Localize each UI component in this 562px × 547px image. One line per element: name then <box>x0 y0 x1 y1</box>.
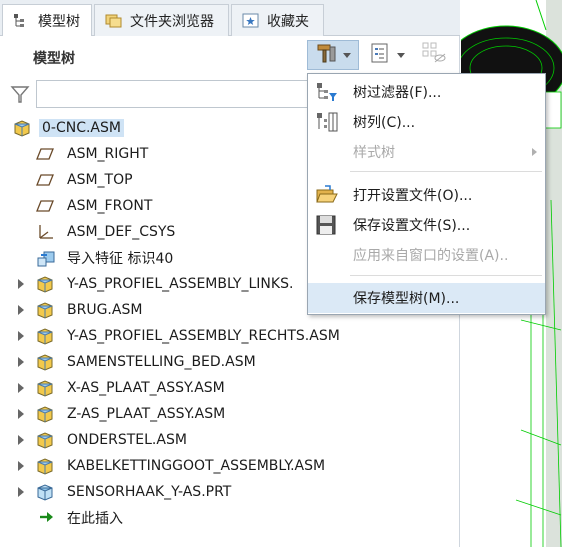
expand-arrow-icon[interactable] <box>18 383 24 393</box>
menu-item-save-model-tree[interactable]: 保存模型树(M)... <box>308 283 545 313</box>
tab-label: 文件夹浏览器 <box>130 13 214 30</box>
tree-row-label: 0-CNC.ASM <box>39 119 124 137</box>
menu-separator <box>350 275 542 276</box>
tree-row[interactable]: ONDERSTEL.ASM <box>0 427 460 453</box>
hammer-icon <box>315 42 337 68</box>
menu-item-tree-filter[interactable]: 树过滤器(F)... <box>308 77 545 107</box>
funnel-icon[interactable] <box>10 84 30 108</box>
expand-arrow-icon[interactable] <box>18 279 24 289</box>
menu-item-label: 样式树 <box>353 145 395 161</box>
save-disk-icon <box>315 214 339 236</box>
chevron-down-icon <box>343 52 351 58</box>
tree-row-label: Y-AS_PROFIEL_ASSEMBLY_LINKS. <box>67 276 294 292</box>
tree-hide-icon <box>421 41 447 69</box>
menu-item-label: 打开设置文件(O)... <box>353 188 473 204</box>
tree-row-insert-here[interactable]: 在此插入 <box>0 505 460 531</box>
tree-row-label: SAMENSTELLING_BED.ASM <box>67 354 256 370</box>
menu-item-label: 保存模型树(M)... <box>353 291 460 307</box>
tree-row-label: ASM_RIGHT <box>67 146 149 162</box>
tree-row[interactable]: SAMENSTELLING_BED.ASM <box>0 349 460 375</box>
model-tree-icon <box>13 13 31 29</box>
assembly-icon <box>36 405 54 423</box>
expand-arrow-icon[interactable] <box>18 331 24 341</box>
tree-row-label: ASM_DEF_CSYS <box>67 224 176 240</box>
tree-row[interactable]: X-AS_PLAAT_ASSY.ASM <box>0 375 460 401</box>
assembly-icon <box>36 353 54 371</box>
expand-arrow-icon[interactable] <box>18 435 24 445</box>
tree-row[interactable]: KABELKETTINGGOOT_ASSEMBLY.ASM <box>0 453 460 479</box>
tab-favorites[interactable]: 收藏夹 <box>231 4 324 36</box>
menu-item-open-settings[interactable]: 打开设置文件(O)... <box>308 180 545 210</box>
tree-row-label: BRUG.ASM <box>67 302 143 318</box>
expand-arrow-icon[interactable] <box>18 409 24 419</box>
chevron-right-icon <box>532 148 537 156</box>
assembly-icon <box>36 379 54 397</box>
menu-item-label: 树过滤器(F)... <box>353 85 442 101</box>
tree-row-label: ASM_TOP <box>67 172 133 188</box>
tree-row-label: ONDERSTEL.ASM <box>67 432 187 448</box>
tree-row-label: KABELKETTINGGOOT_ASSEMBLY.ASM <box>67 458 326 474</box>
tab-bar: 模型树 文件夹浏览器 收藏夹 <box>0 0 460 37</box>
assembly-icon <box>36 275 54 293</box>
favorites-icon <box>242 13 260 29</box>
menu-separator <box>350 171 542 172</box>
part-icon <box>36 483 54 501</box>
menu-item-apply-window-settings[interactable]: 应用来自窗口的设置(A).. <box>308 240 545 270</box>
tree-row[interactable]: Y-AS_PROFIEL_ASSEMBLY_RECHTS.ASM <box>0 323 460 349</box>
tree-row-label: 导入特征 标识40 <box>67 251 174 267</box>
tree-row-label: ASM_FRONT <box>67 198 153 214</box>
tab-model-tree[interactable]: 模型树 <box>2 4 92 37</box>
hide-items-button[interactable] <box>416 40 452 70</box>
tree-row-label: 在此插入 <box>67 511 123 527</box>
tree-row[interactable]: Z-AS_PLAAT_ASSY.ASM <box>0 401 460 427</box>
chevron-down-icon <box>397 52 405 58</box>
insert-here-arrow-icon <box>38 509 56 527</box>
menu-item-label: 应用来自窗口的设置(A).. <box>353 248 509 264</box>
menu-item-tree-columns[interactable]: 树列(C)... <box>308 107 545 137</box>
assembly-icon <box>36 457 54 475</box>
folder-browser-icon <box>105 13 123 29</box>
datum-plane-icon <box>36 145 54 163</box>
tab-label: 收藏夹 <box>267 13 309 30</box>
tree-row-label: SENSORHAAK_Y-AS.PRT <box>67 484 232 500</box>
datum-plane-icon <box>36 171 54 189</box>
filter-input[interactable] <box>36 80 326 108</box>
show-dropdown-button[interactable] <box>362 40 412 70</box>
csys-icon <box>36 223 54 241</box>
expand-arrow-icon[interactable] <box>18 357 24 367</box>
assembly-icon <box>13 119 31 137</box>
tree-filter-icon <box>315 81 339 103</box>
menu-item-label: 保存设置文件(S)... <box>353 218 471 234</box>
tree-row-label: Z-AS_PLAAT_ASSY.ASM <box>67 406 226 422</box>
tab-folder-browser[interactable]: 文件夹浏览器 <box>94 4 229 36</box>
menu-item-style-tree[interactable]: 样式树 <box>308 137 545 167</box>
settings-dropdown-button[interactable] <box>307 40 359 70</box>
menu-item-save-settings[interactable]: 保存设置文件(S)... <box>308 210 545 240</box>
tree-row-label: Y-AS_PROFIEL_ASSEMBLY_RECHTS.ASM <box>67 328 340 344</box>
expand-arrow-icon[interactable] <box>18 487 24 497</box>
assembly-icon <box>36 431 54 449</box>
open-folder-icon <box>315 184 339 206</box>
datum-plane-icon <box>36 197 54 215</box>
menu-item-label: 树列(C)... <box>353 115 416 131</box>
import-feature-icon <box>36 249 55 267</box>
list-settings-icon <box>369 42 391 68</box>
tab-label: 模型树 <box>38 14 80 30</box>
assembly-icon <box>36 327 54 345</box>
expand-arrow-icon[interactable] <box>18 461 24 471</box>
panel-title: 模型树 <box>33 51 75 67</box>
tree-row-label: X-AS_PLAAT_ASSY.ASM <box>67 380 225 396</box>
tree-columns-icon <box>315 111 339 133</box>
assembly-icon <box>36 301 54 319</box>
tree-row[interactable]: SENSORHAAK_Y-AS.PRT <box>0 479 460 505</box>
expand-arrow-icon[interactable] <box>18 305 24 315</box>
model-tree-settings-menu: 树过滤器(F)... 树列(C)... 样式树 打开设置文件(O)... 保存设… <box>307 73 546 315</box>
